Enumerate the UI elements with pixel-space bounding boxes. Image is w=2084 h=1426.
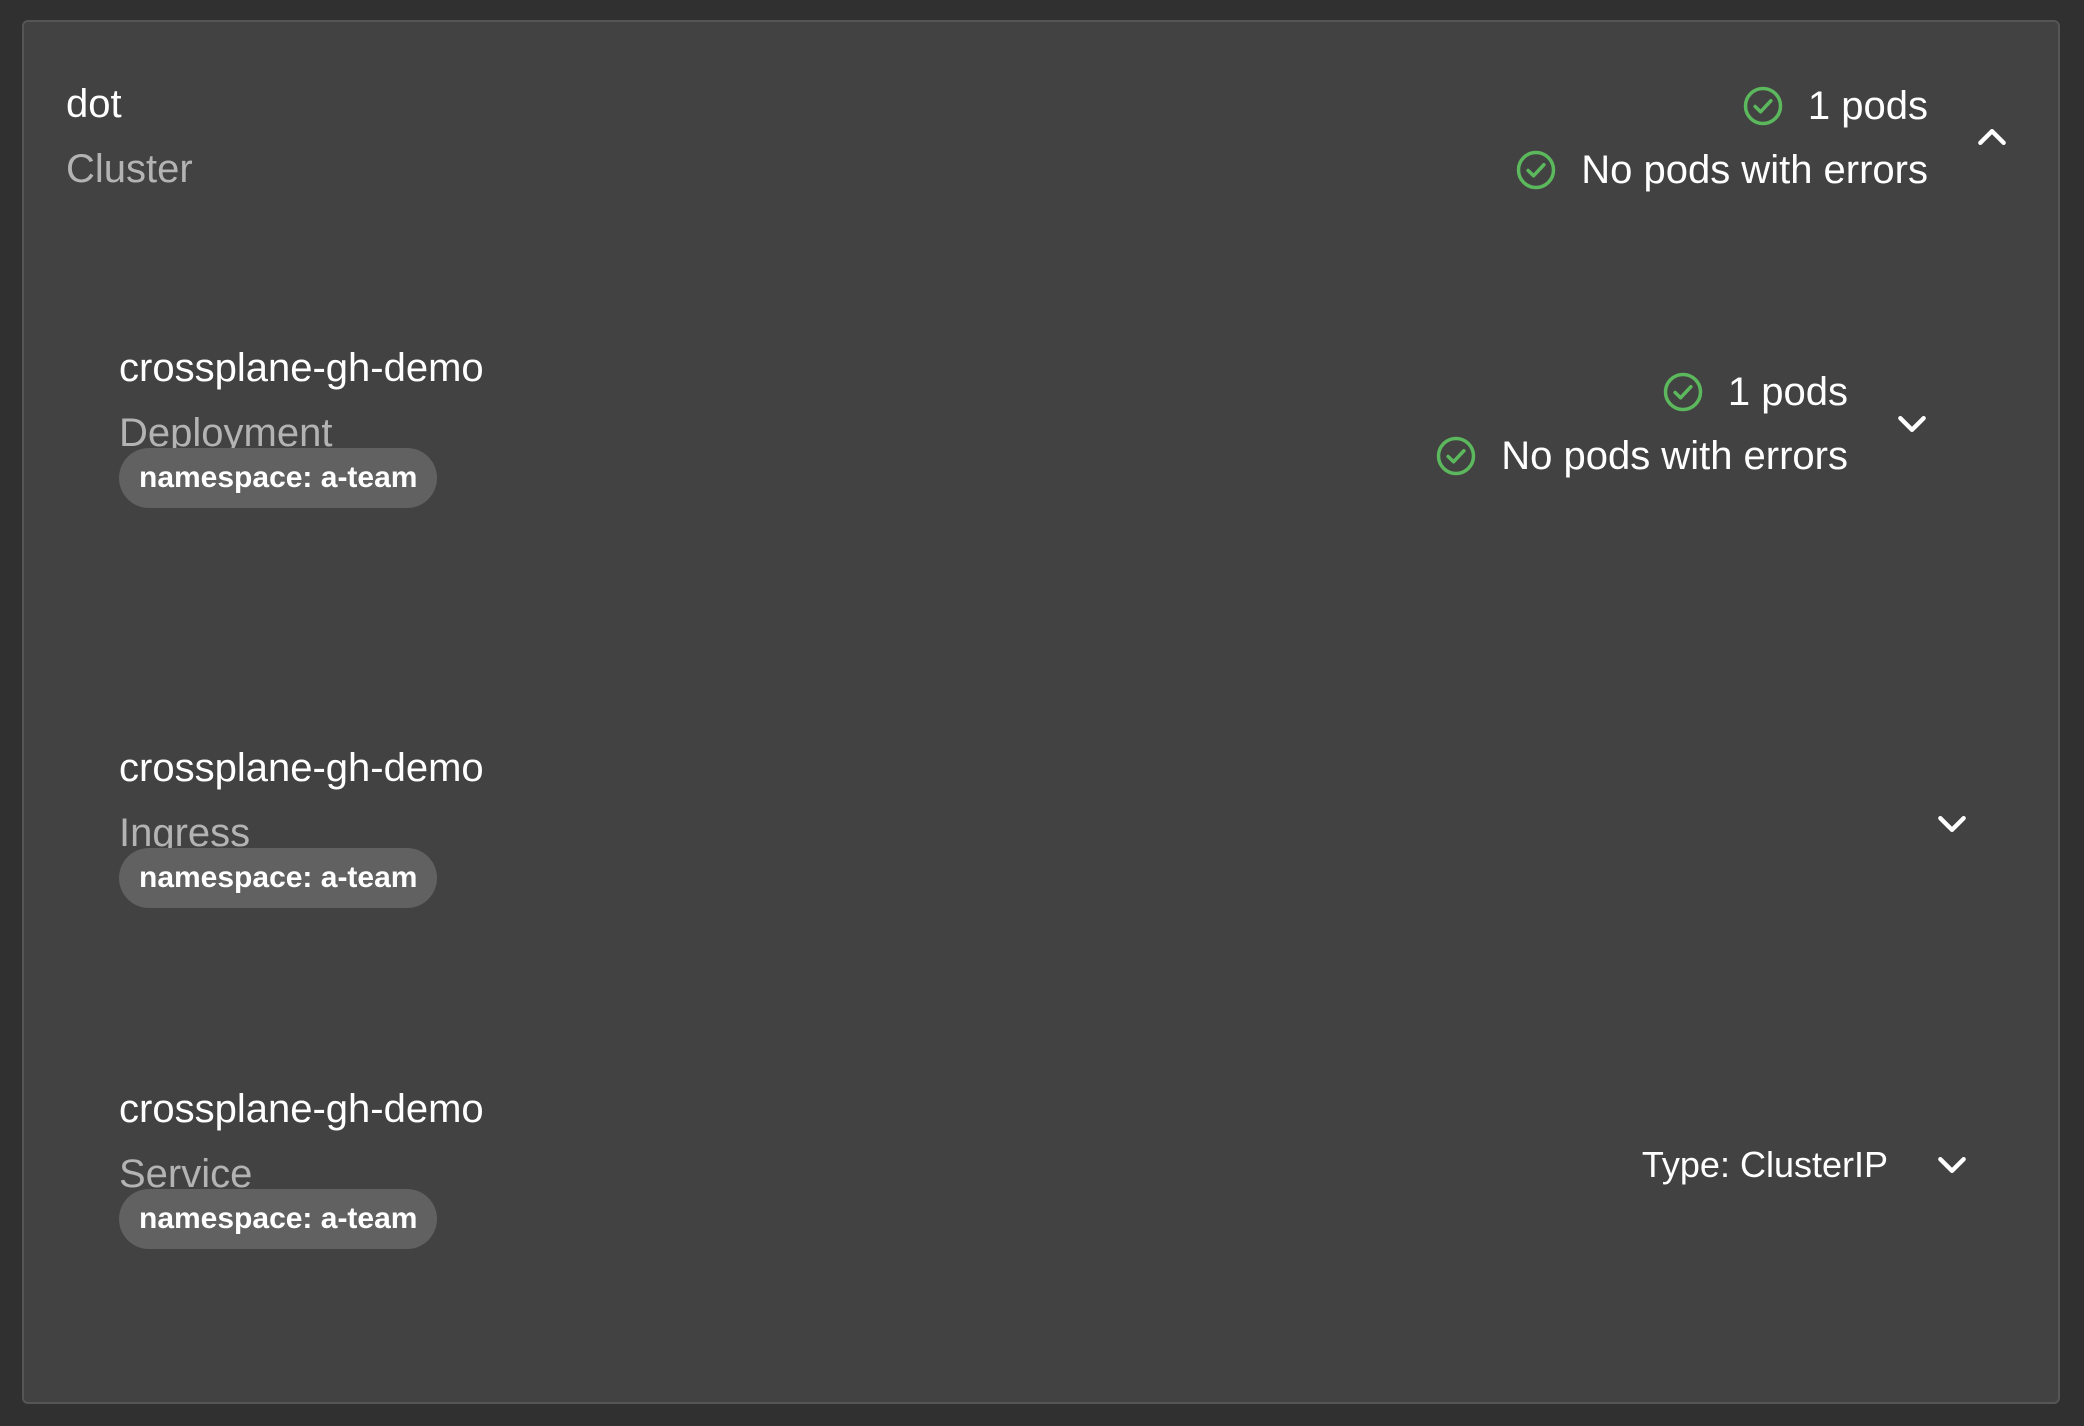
namespace-chip: namespace: a-team bbox=[119, 448, 438, 508]
resource-name: crossplane-gh-demo bbox=[119, 346, 484, 390]
cluster-pods-status: 1 pods bbox=[1742, 85, 1928, 127]
chevron-up-icon[interactable] bbox=[1972, 117, 2012, 157]
deployment-errors-status: No pods with errors bbox=[1435, 435, 1848, 477]
check-circle-icon bbox=[1743, 86, 1783, 126]
cluster-card: dot Cluster 1 pods No pods with errors c… bbox=[22, 20, 2060, 1404]
service-type: Type: ClusterIP bbox=[1641, 1144, 1888, 1185]
resource-name: crossplane-gh-demo bbox=[119, 1087, 484, 1131]
cluster-kind: Cluster bbox=[66, 147, 193, 191]
cluster-errors-text: No pods with errors bbox=[1581, 148, 1928, 192]
deployment-errors-text: No pods with errors bbox=[1501, 434, 1848, 478]
namespace-chip: namespace: a-team bbox=[119, 848, 438, 908]
chevron-down-icon[interactable] bbox=[1932, 1145, 1972, 1185]
resource-kind: Deployment bbox=[119, 411, 333, 455]
resource-kind: Service bbox=[119, 1152, 253, 1196]
check-circle-icon bbox=[1663, 372, 1703, 412]
cluster-name: dot bbox=[66, 82, 122, 126]
resource-kind: Ingress bbox=[119, 811, 251, 855]
cluster-errors-status: No pods with errors bbox=[1515, 149, 1928, 191]
deployment-pods-status: 1 pods bbox=[1662, 371, 1848, 413]
check-circle-icon bbox=[1436, 436, 1476, 476]
chevron-down-icon[interactable] bbox=[1932, 804, 1972, 844]
resource-name: crossplane-gh-demo bbox=[119, 746, 484, 790]
check-circle-icon bbox=[1516, 150, 1556, 190]
chevron-down-icon[interactable] bbox=[1892, 404, 1932, 444]
cluster-pods-count: 1 pods bbox=[1807, 84, 1928, 128]
deployment-pods-count: 1 pods bbox=[1727, 370, 1848, 414]
namespace-chip: namespace: a-team bbox=[119, 1189, 438, 1249]
